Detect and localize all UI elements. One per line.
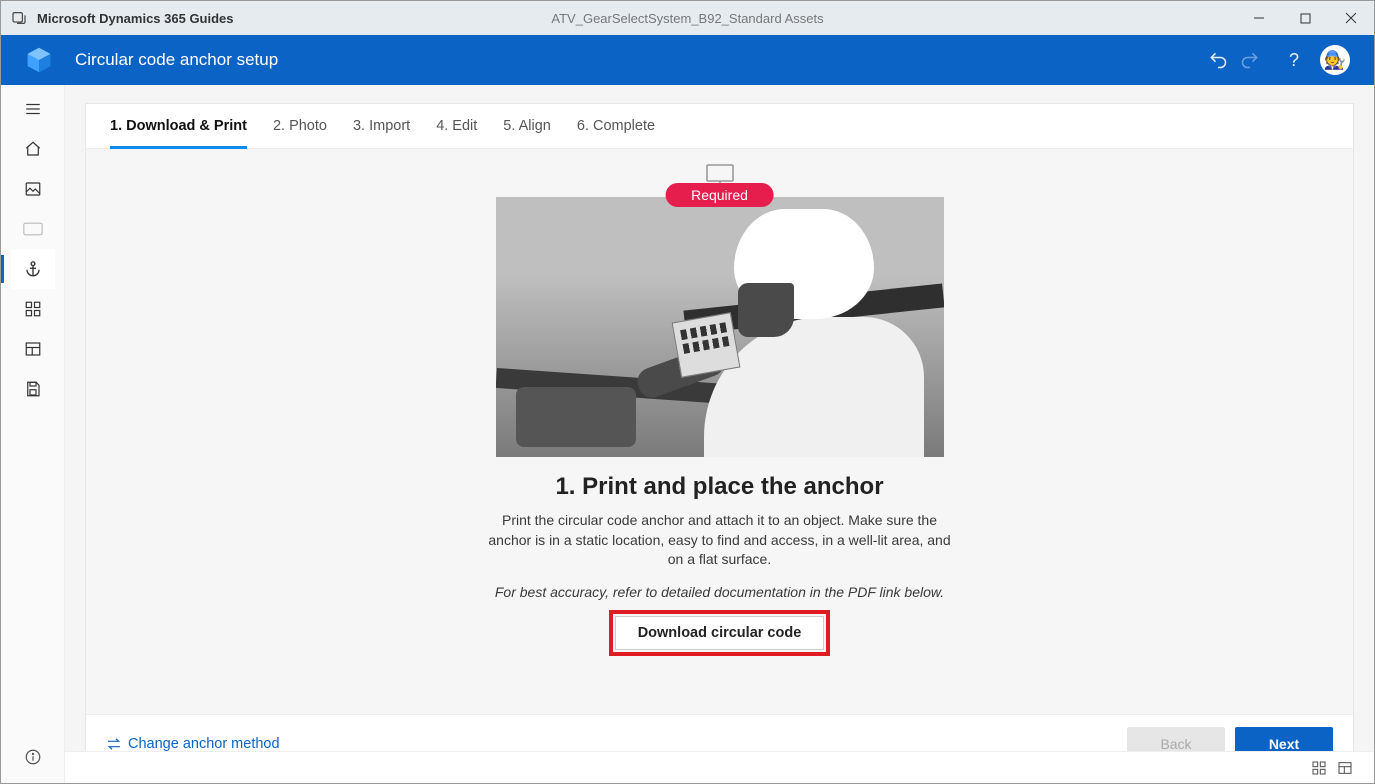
status-layout-icon[interactable] [1332,760,1358,776]
page-title: Circular code anchor setup [75,50,278,70]
step-tabs: 1. Download & Print 2. Photo 3. Import 4… [86,104,1353,149]
tab-align[interactable]: 5. Align [503,118,551,148]
swap-icon [106,737,122,751]
rail-anchor-button[interactable] [11,249,55,289]
dynamics-logo-icon [25,46,53,74]
tab-download-print[interactable]: 1. Download & Print [110,118,247,148]
help-button[interactable]: ? [1278,50,1310,71]
download-circular-code-button[interactable]: Download circular code [615,616,825,650]
tab-photo[interactable]: 2. Photo [273,118,327,148]
close-button[interactable] [1328,1,1374,35]
rail-menu-button[interactable] [11,89,55,129]
rail-save-button[interactable] [11,369,55,409]
rail-home-button[interactable] [11,129,55,169]
undo-button[interactable] [1202,50,1234,70]
title-left: Microsoft Dynamics 365 Guides [1,10,234,26]
workspace: 1. Download & Print 2. Photo 3. Import 4… [1,85,1374,783]
step-note: For best accuracy, refer to detailed doc… [495,584,944,600]
tab-import[interactable]: 3. Import [353,118,410,148]
rail-info-button[interactable] [11,737,55,777]
status-row [65,751,1374,783]
header-bar: Circular code anchor setup ? 🧑‍🔧 [1,35,1374,85]
step-description: Print the circular code anchor and attac… [480,511,960,570]
window-controls [1236,1,1374,35]
required-badge: Required [665,183,774,207]
app-icon [11,10,27,26]
rail-apps-button[interactable] [11,289,55,329]
change-anchor-method-link[interactable]: Change anchor method [106,736,280,752]
step-title: 1. Print and place the anchor [555,473,883,501]
rail-layout-button[interactable] [11,329,55,369]
wizard-card: 1. Download & Print 2. Photo 3. Import 4… [85,103,1354,773]
step-content: Required 1. Print and place the [86,149,1353,714]
rail-image-button[interactable] [11,169,55,209]
tab-edit[interactable]: 4. Edit [436,118,477,148]
download-highlight: Download circular code [609,610,831,656]
maximize-button[interactable] [1282,1,1328,35]
rail-keyboard-button[interactable] [11,209,55,249]
hero-image [496,197,944,457]
file-name: ATV_GearSelectSystem_B92_Standard Assets [551,11,823,26]
status-grid-icon[interactable] [1306,760,1332,776]
redo-button[interactable] [1234,50,1266,70]
tab-complete[interactable]: 6. Complete [577,118,655,148]
main-area: 1. Download & Print 2. Photo 3. Import 4… [65,85,1374,783]
change-anchor-method-label: Change anchor method [128,736,280,752]
app-title: Microsoft Dynamics 365 Guides [37,11,234,26]
left-rail [1,85,65,783]
title-bar: Microsoft Dynamics 365 Guides ATV_GearSe… [1,1,1374,35]
app-window: Microsoft Dynamics 365 Guides ATV_GearSe… [0,0,1375,784]
minimize-button[interactable] [1236,1,1282,35]
user-avatar[interactable]: 🧑‍🔧 [1320,45,1350,75]
hero-wrap: Required [496,197,944,457]
